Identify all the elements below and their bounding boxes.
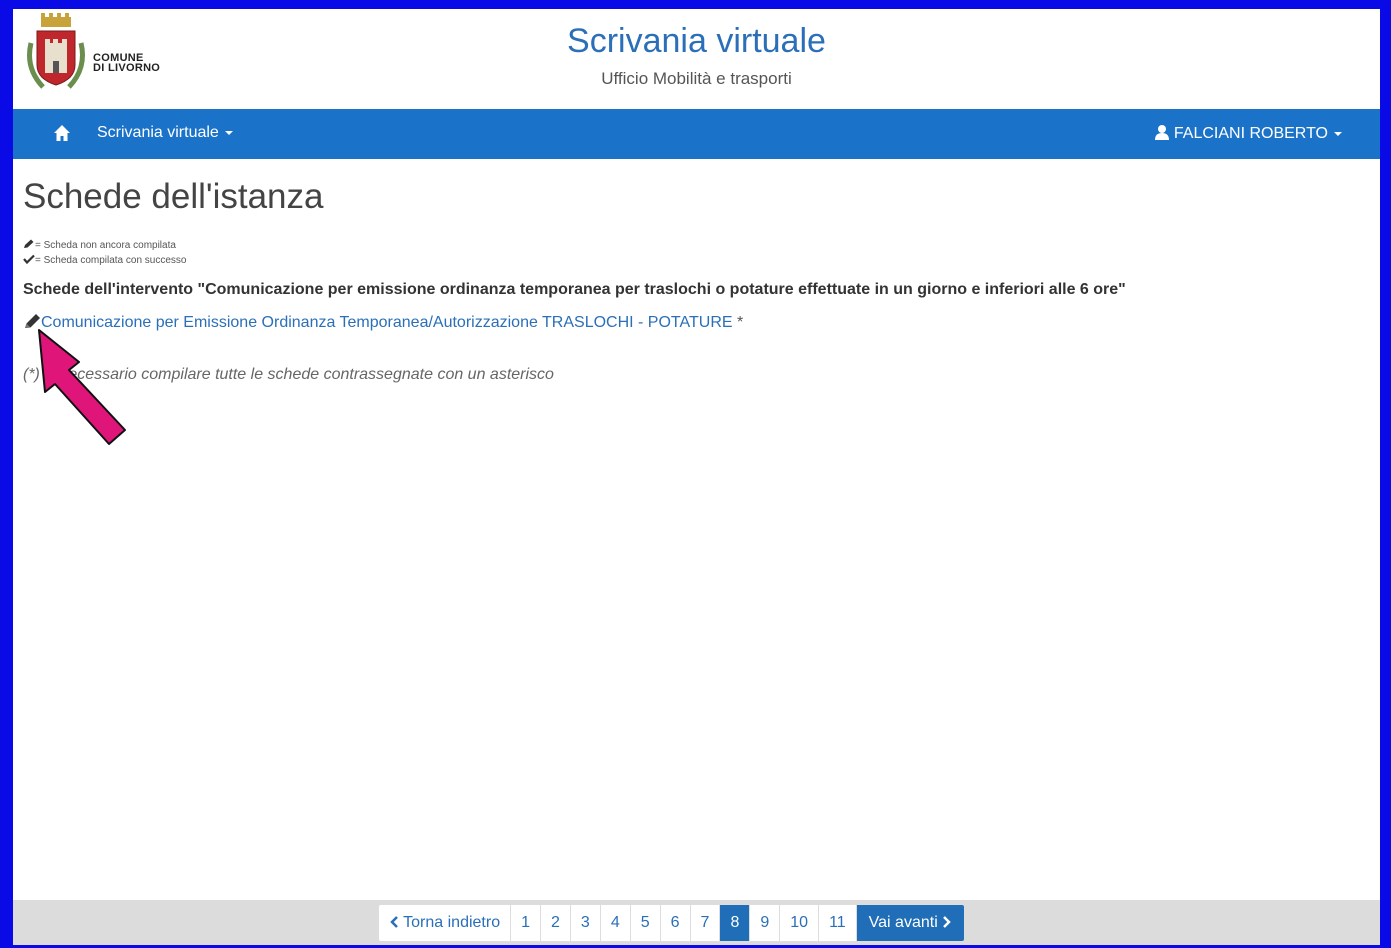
caret-down-icon bbox=[224, 130, 233, 135]
home-link[interactable] bbox=[53, 124, 71, 142]
legend: = Scheda non ancora compilata = Scheda c… bbox=[23, 238, 186, 268]
pencil-icon bbox=[24, 239, 34, 248]
pagination: Torna indietro 1 2 3 4 5 6 7 8 9 10 11 V… bbox=[378, 904, 966, 942]
prev-button[interactable]: Torna indietro bbox=[379, 905, 512, 941]
form-link-traslochi-potature[interactable]: Comunicazione per Emissione Ordinanza Te… bbox=[41, 314, 733, 331]
page-3[interactable]: 3 bbox=[571, 905, 601, 941]
page-1[interactable]: 1 bbox=[511, 905, 542, 941]
check-icon bbox=[23, 254, 35, 265]
user-name: FALCIANI ROBERTO bbox=[1173, 125, 1328, 142]
app-subtitle: Ufficio Mobilità e trasporti bbox=[601, 69, 792, 88]
caret-down-icon bbox=[1334, 131, 1342, 136]
prev-label: Torna indietro bbox=[403, 914, 501, 931]
page-8-current[interactable]: 8 bbox=[720, 905, 751, 941]
scrivania-dropdown-label: Scrivania virtuale bbox=[97, 124, 219, 141]
legend-item-incomplete: = Scheda non ancora compilata bbox=[23, 238, 186, 253]
page-11[interactable]: 11 bbox=[819, 905, 857, 941]
page-5[interactable]: 5 bbox=[631, 905, 661, 941]
page-4[interactable]: 4 bbox=[601, 905, 631, 941]
next-label: Vai avanti bbox=[868, 914, 938, 931]
user-icon bbox=[1154, 125, 1169, 140]
home-icon bbox=[54, 125, 70, 141]
legend-text-complete: = Scheda compilata con successo bbox=[35, 255, 187, 266]
page-9[interactable]: 9 bbox=[750, 905, 781, 941]
chevron-left-icon bbox=[390, 916, 398, 928]
app-title: Scrivania virtuale bbox=[567, 22, 826, 60]
required-asterisk: * bbox=[732, 314, 744, 331]
page-title: Schede dell'istanza bbox=[23, 177, 324, 216]
page-6[interactable]: 6 bbox=[661, 905, 691, 941]
user-menu-dropdown[interactable]: FALCIANI ROBERTO bbox=[1154, 124, 1342, 143]
page-7[interactable]: 7 bbox=[691, 905, 721, 941]
page-frame: COMUNE DI LIVORNO Scrivania virtuale Uff… bbox=[13, 9, 1380, 945]
legend-text-incomplete: = Scheda non ancora compilata bbox=[35, 240, 176, 251]
annotation-arrow-icon bbox=[38, 329, 126, 445]
scrivania-dropdown[interactable]: Scrivania virtuale bbox=[97, 124, 233, 142]
section-heading: Schede dell'intervento "Comunicazione pe… bbox=[23, 281, 1126, 298]
page-2[interactable]: 2 bbox=[541, 905, 571, 941]
legend-item-complete: = Scheda compilata con successo bbox=[23, 253, 186, 268]
top-navbar: Scrivania virtuale FALCIANI ROBERTO bbox=[13, 109, 1380, 159]
page-10[interactable]: 10 bbox=[780, 905, 820, 941]
chevron-right-icon bbox=[943, 916, 951, 928]
footer-pagination-bar: Torna indietro 1 2 3 4 5 6 7 8 9 10 11 V… bbox=[13, 900, 1380, 945]
header: COMUNE DI LIVORNO Scrivania virtuale Uff… bbox=[13, 9, 1380, 109]
next-button[interactable]: Vai avanti bbox=[856, 905, 965, 941]
